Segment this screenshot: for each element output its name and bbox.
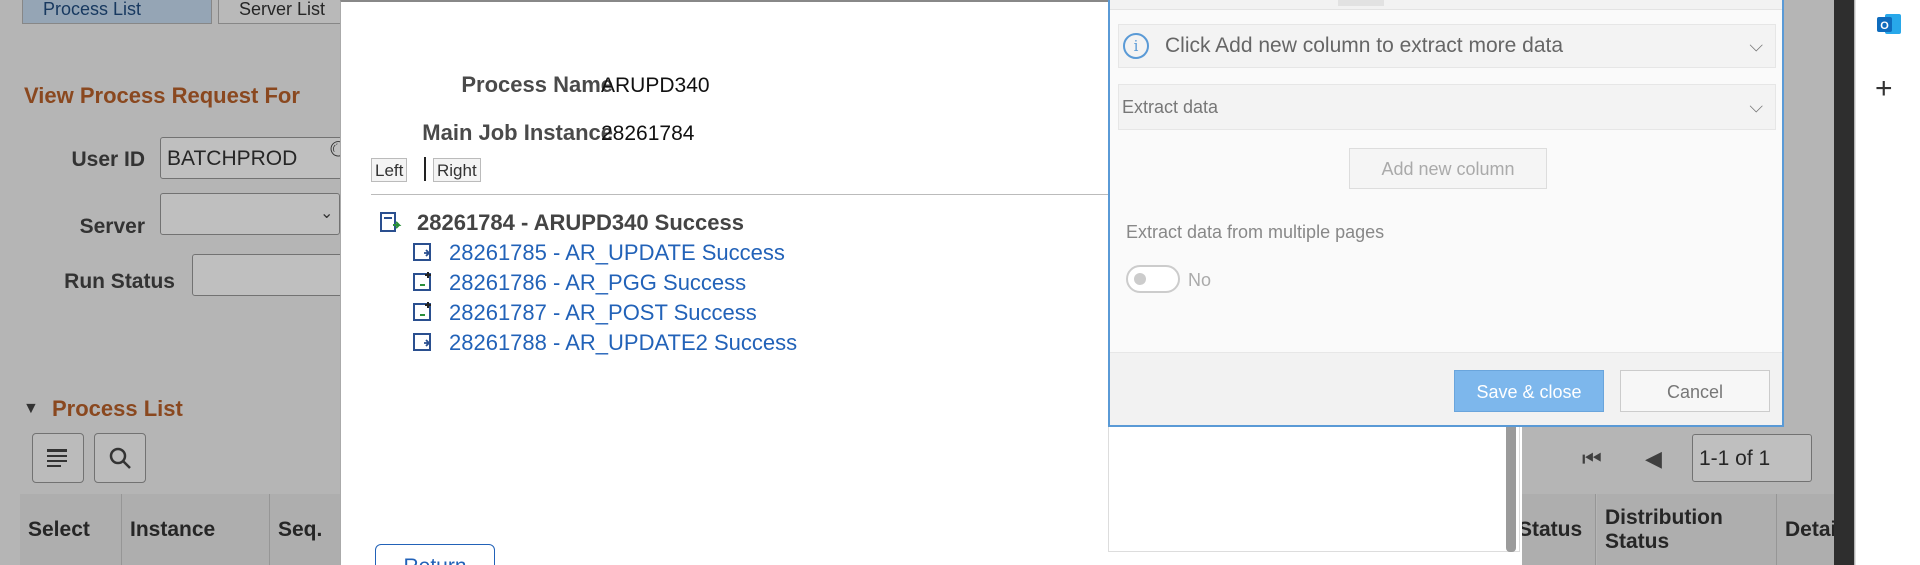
multi-page-label: Extract data from multiple pages (1126, 222, 1385, 242)
right-side-rail: O + (1855, 0, 1920, 565)
tree-item[interactable]: 28261785 - AR_UPDATE Success (411, 240, 785, 266)
process-name-value: ARUPD340 (601, 74, 710, 97)
multi-page-toggle[interactable] (1126, 265, 1180, 293)
job-expand-icon (413, 272, 431, 291)
tree-item[interactable]: 28261788 - AR_UPDATE2 Success (411, 330, 797, 356)
main-job-instance-label: Main Job Instance (422, 120, 613, 145)
tree-item-link[interactable]: 28261788 - AR_UPDATE2 Success (449, 330, 797, 356)
job-expand-icon (413, 302, 431, 321)
save-and-close-button[interactable]: Save & close (1454, 370, 1604, 412)
process-name-label: Process Name (461, 72, 613, 97)
add-new-column-button[interactable]: Add new column (1349, 148, 1547, 189)
chevron-down-icon[interactable]: ⌵ (1749, 97, 1763, 118)
return-button[interactable]: Return (375, 544, 495, 565)
left-button[interactable]: Left (371, 158, 408, 182)
extract-data-dialog: i Click Add new column to extract more d… (1108, 0, 1784, 427)
cancel-button[interactable]: Cancel (1620, 370, 1770, 412)
process-doc-icon (413, 333, 431, 351)
panel-scrollbar[interactable] (1506, 422, 1516, 552)
extract-panel-body (1108, 420, 1520, 552)
chevron-down-icon[interactable]: ⌵ (1749, 36, 1763, 57)
toggle-knob (1134, 273, 1146, 285)
info-icon: i (1123, 33, 1149, 59)
tree-item-link[interactable]: 28261787 - AR_POST Success (449, 300, 757, 326)
dialog-top-tab (1338, 0, 1384, 6)
info-text: Click Add new column to extract more dat… (1165, 34, 1564, 57)
toggle-state-label: No (1188, 270, 1212, 290)
right-button[interactable]: Right (433, 158, 481, 182)
process-doc-icon (413, 243, 431, 261)
extract-data-label: Extract data (1122, 96, 1219, 117)
main-job-instance-value: 28261784 (601, 122, 695, 145)
add-app-icon[interactable]: + (1875, 74, 1893, 104)
tree-item-link[interactable]: 28261786 - AR_PGG Success (449, 270, 746, 296)
tree-root-label: 28261784 - ARUPD340 Success (417, 210, 744, 235)
job-tree-icon (380, 212, 402, 232)
outlook-icon[interactable]: O (1875, 10, 1903, 38)
tree-item[interactable]: 28261787 - AR_POST Success (411, 300, 757, 326)
tree-item-link[interactable]: 28261785 - AR_UPDATE Success (449, 240, 785, 266)
svg-text:O: O (1880, 20, 1889, 32)
tree-item[interactable]: 28261786 - AR_PGG Success (411, 270, 746, 296)
tree-root: 28261784 - ARUPD340 Success (379, 210, 744, 236)
info-accordion[interactable]: i Click Add new column to extract more d… (1118, 24, 1776, 68)
left-right-separator (424, 157, 426, 181)
dialog-footer: Save & close Cancel (1110, 352, 1782, 425)
extract-data-accordion[interactable]: Extract data ⌵ (1118, 84, 1776, 130)
dialog-top-strip (1110, 0, 1782, 10)
rail-divider-strip (1834, 0, 1854, 565)
